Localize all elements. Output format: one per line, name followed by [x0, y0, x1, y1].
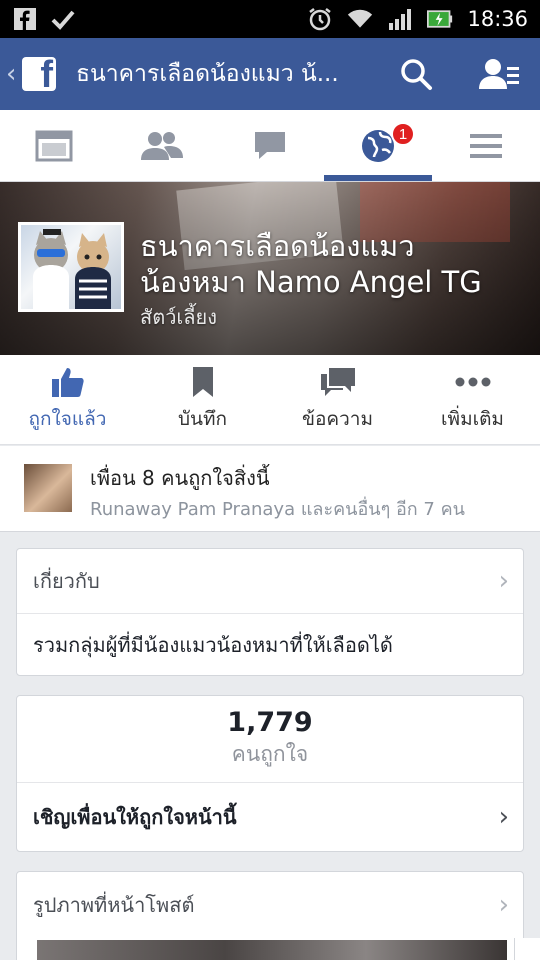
about-description: รวมกลุ่มผู้ที่มีน้องแมวน้องหมาที่ให้เลือ… — [33, 632, 393, 657]
more-dots-icon — [455, 377, 490, 386]
chevron-right-icon: › — [498, 890, 509, 920]
facebook-notification-icon — [12, 6, 38, 32]
search-icon — [401, 59, 432, 90]
message-label: ข้อความ — [302, 407, 373, 430]
photos-header-row[interactable]: รูปภาพที่หน้าโพสต์ › — [17, 872, 523, 938]
message-button[interactable]: ข้อความ — [270, 355, 405, 444]
photo-thumbnail[interactable] — [37, 940, 507, 960]
check-icon — [50, 6, 76, 32]
likes-label: คนถูกใจ — [231, 742, 309, 766]
page-name-line2: น้องหมา Namo Angel TG — [140, 265, 482, 299]
profile-picture[interactable] — [18, 222, 124, 312]
facebook-logo-icon[interactable]: f — [22, 57, 56, 91]
friends-like-count: เพื่อน 8 คนถูกใจสิ่งนี้ — [90, 466, 270, 490]
liked-label: ถูกใจแล้ว — [28, 407, 107, 430]
about-header-row[interactable]: เกี่ยวกับ › — [17, 549, 523, 614]
app-header: ‹ f ธนาคารเลือดน้องแมว น้... — [0, 38, 540, 110]
invite-friends-row[interactable]: เชิญเพื่อนให้ถูกใจหน้านี้ › — [17, 783, 523, 851]
tab-news-feed[interactable] — [0, 110, 108, 181]
wifi-icon — [347, 6, 373, 32]
page-actions: ถูกใจแล้ว บันทึก ข้อความ เพิ่มเติม — [0, 355, 540, 445]
page-title: ธนาคารเลือดน้องแมว น้... — [76, 61, 339, 87]
avatar[interactable] — [24, 464, 72, 512]
save-label: บันทึก — [177, 407, 228, 430]
page-name-line1: ธนาคารเลือดน้องแมว — [140, 229, 415, 263]
tab-friends[interactable] — [108, 110, 216, 181]
about-card: เกี่ยวกับ › รวมกลุ่มผู้ที่มีน้องแมวน้องห… — [16, 548, 524, 676]
tab-notifications[interactable]: 1 — [324, 110, 432, 181]
battery-charging-icon — [427, 6, 453, 32]
thumbs-up-icon — [51, 367, 84, 397]
search-button[interactable] — [386, 38, 446, 110]
signal-icon — [387, 6, 413, 32]
about-heading: เกี่ยวกับ — [33, 569, 100, 593]
chevron-right-icon: › — [498, 566, 509, 596]
tab-more[interactable] — [432, 110, 540, 181]
messages-icon — [255, 131, 285, 159]
message-icon — [320, 367, 355, 396]
likes-count-row[interactable]: 1,779 คนถูกใจ — [17, 696, 523, 783]
bookmark-icon — [192, 366, 213, 397]
friends-like-names: Runaway Pam Pranaya และคนอื่นๆ อีก 7 คน — [90, 499, 465, 520]
notification-badge: 1 — [391, 122, 415, 146]
photos-heading: รูปภาพที่หน้าโพสต์ — [33, 893, 195, 917]
news-feed-icon — [35, 130, 73, 161]
page-name: ธนาคารเลือดน้องแมว น้องหมา Namo Angel TG — [140, 228, 530, 300]
chevron-right-icon: › — [498, 802, 509, 832]
status-bar: 18:36 — [0, 0, 540, 38]
friend-requests-icon — [479, 59, 519, 89]
photos-card: รูปภาพที่หน้าโพสต์ › — [16, 871, 524, 960]
friends-like-row[interactable]: เพื่อน 8 คนถูกใจสิ่งนี้ Runaway Pam Pran… — [0, 446, 540, 532]
status-time: 18:36 — [467, 7, 528, 31]
tab-messages[interactable] — [216, 110, 324, 181]
page-category: สัตว์เลี้ยง — [140, 305, 218, 329]
next-card-edge — [514, 938, 540, 960]
alarm-icon — [307, 6, 333, 32]
liked-button[interactable]: ถูกใจแล้ว — [0, 355, 135, 444]
cats-image — [33, 229, 111, 309]
friends-icon — [141, 131, 183, 160]
tab-bar: 1 — [0, 110, 540, 182]
back-chevron-icon[interactable]: ‹ — [6, 59, 20, 89]
likes-count: 1,779 — [227, 707, 313, 738]
friend-requests-button[interactable] — [470, 38, 530, 110]
more-label: เพิ่มเติม — [441, 407, 504, 430]
menu-icon — [470, 133, 502, 158]
likes-card: 1,779 คนถูกใจ เชิญเพื่อนให้ถูกใจหน้านี้ … — [16, 695, 524, 852]
cover-photo[interactable]: ธนาคารเลือดน้องแมว น้องหมา Namo Angel TG… — [0, 182, 540, 355]
about-description-row: รวมกลุ่มผู้ที่มีน้องแมวน้องหมาที่ให้เลือ… — [17, 614, 523, 675]
more-button[interactable]: เพิ่มเติม — [405, 355, 540, 444]
save-button[interactable]: บันทึก — [135, 355, 270, 444]
invite-friends-label: เชิญเพื่อนให้ถูกใจหน้านี้ — [33, 805, 237, 829]
